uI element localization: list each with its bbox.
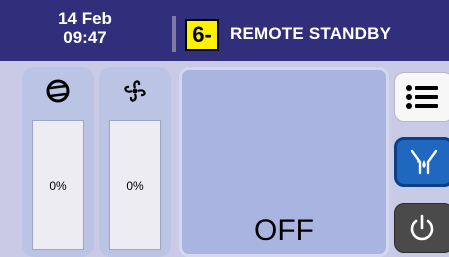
header-divider — [172, 16, 176, 52]
alarm-code-badge: 6- — [185, 19, 219, 51]
unit-state: OFF — [254, 214, 314, 247]
compressor-level-bar: 0% — [32, 120, 84, 250]
fan-meter: 0% — [99, 67, 171, 257]
time-label: 09:47 — [63, 28, 107, 47]
date-time: 14 Feb 09:47 — [0, 9, 170, 47]
power-icon — [401, 204, 443, 252]
water-drain-icon — [403, 140, 445, 184]
compressor-icon — [22, 76, 94, 106]
menu-button[interactable] — [394, 72, 449, 122]
power-button[interactable] — [394, 203, 449, 253]
water-drain-button[interactable] — [394, 137, 449, 187]
menu-list-icon — [401, 73, 443, 121]
status-header: 14 Feb 09:47 6- REMOTE STANDBY — [0, 0, 449, 61]
compressor-meter: 0% — [22, 67, 94, 257]
status-title: REMOTE STANDBY — [230, 24, 392, 43]
date-label: 14 Feb — [58, 9, 112, 28]
fan-value: 0% — [126, 179, 144, 193]
compressor-value: 0% — [49, 179, 67, 193]
main-status-display: OFF — [179, 67, 389, 257]
fan-level-bar: 0% — [109, 120, 161, 250]
fan-icon — [99, 76, 171, 106]
